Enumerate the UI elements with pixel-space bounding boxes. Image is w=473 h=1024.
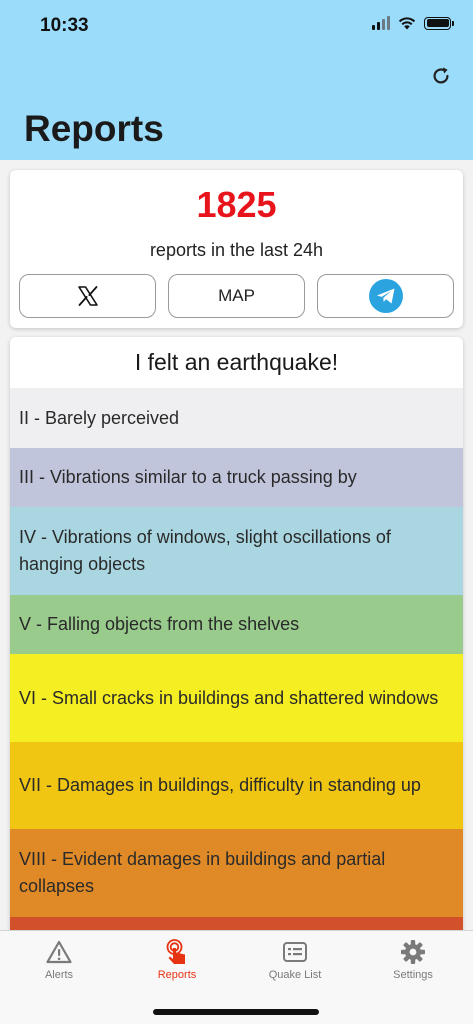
intensity-level-ii[interactable]: II - Barely perceived <box>10 388 463 448</box>
status-time: 10:33 <box>40 15 89 36</box>
intensity-level-label: V - Falling objects from the shelves <box>19 614 300 634</box>
tab-label: Quake List <box>268 969 322 981</box>
tab-label: Reports <box>157 969 197 981</box>
page-title: Reports <box>24 108 164 149</box>
reports-summary-card: 1825 reports in the last 24h MAP <box>10 170 463 328</box>
report-count: 1825 <box>196 184 277 225</box>
telegram-logo-icon <box>368 279 403 313</box>
intensity-level-label: VI - Small cracks in buildings and shatt… <box>19 687 439 708</box>
refresh-button[interactable] <box>429 64 453 88</box>
intensity-level-iii[interactable]: III - Vibrations similar to a truck pass… <box>10 448 463 507</box>
tab-label: Settings <box>393 969 433 981</box>
cellular-signal-icon <box>372 16 390 30</box>
list-icon <box>283 942 307 962</box>
intensity-level-label: VII - Damages in buildings, difficulty i… <box>19 775 421 795</box>
touch-icon <box>166 939 185 964</box>
intensity-level-label: VIII - Evident damages in buildings and … <box>19 849 386 896</box>
header: 10:33 Reports <box>0 0 473 160</box>
map-button[interactable]: MAP <box>168 274 305 318</box>
tab-alerts[interactable]: Alerts <box>0 939 118 981</box>
intensity-level-viii[interactable]: VIII - Evident damages in buildings and … <box>10 829 463 917</box>
intensity-level-v[interactable]: V - Falling objects from the shelves <box>10 595 463 654</box>
warning-icon <box>46 940 72 964</box>
share-x-button[interactable] <box>19 274 156 318</box>
battery-icon <box>424 16 454 30</box>
intensity-level-label: IV - Vibrations of windows, slight oscil… <box>19 527 391 574</box>
refresh-icon <box>433 67 449 84</box>
share-telegram-button[interactable] <box>317 274 454 318</box>
wifi-icon <box>398 17 416 30</box>
tab-label: Alerts <box>44 969 74 981</box>
felt-earthquake-title: I felt an earthquake! <box>134 349 339 375</box>
intensity-level-vii[interactable]: VII - Damages in buildings, difficulty i… <box>10 742 463 829</box>
intensity-level-iv[interactable]: IV - Vibrations of windows, slight oscil… <box>10 507 463 595</box>
share-buttons: MAP <box>19 274 454 318</box>
gear-icon <box>401 940 425 964</box>
home-indicator <box>153 1009 319 1015</box>
status-icons <box>372 16 454 30</box>
tab-reports[interactable]: Reports <box>118 939 236 981</box>
intensity-level-label: II - Barely perceived <box>19 407 180 428</box>
tab-quake-list[interactable]: Quake List <box>236 939 354 981</box>
report-caption: reports in the last 24h <box>149 240 324 260</box>
intensity-level-vi[interactable]: VI - Small cracks in buildings and shatt… <box>10 654 463 742</box>
x-logo-icon <box>77 286 98 306</box>
felt-earthquake-card: I felt an earthquake! II - Barely percei… <box>10 337 463 937</box>
tab-settings[interactable]: Settings <box>354 939 472 981</box>
intensity-level-label: III - Vibrations similar to a truck pass… <box>19 467 357 487</box>
